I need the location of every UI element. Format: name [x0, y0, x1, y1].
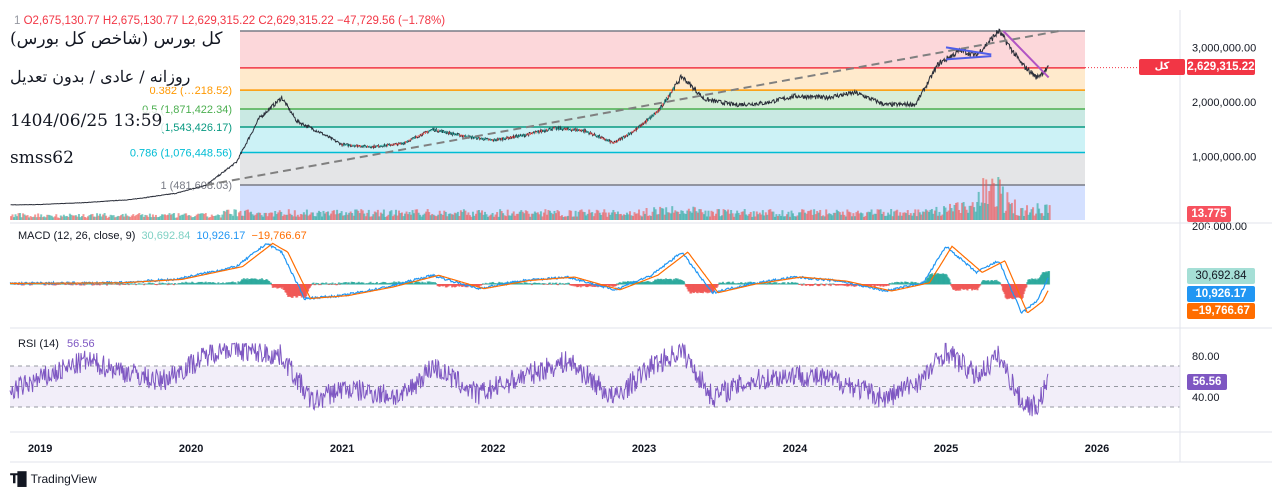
- time-axis-label: 2022: [481, 443, 505, 455]
- macd-histogram-tag: 30,692.84: [1187, 268, 1255, 284]
- macd-line-tag: 10,926.17: [1187, 286, 1255, 302]
- ohlc-high: H2,675,130.77: [102, 15, 179, 27]
- fib-zone: [240, 126, 1085, 153]
- macd-label: MACD (12, 26, close, 9): [18, 230, 136, 242]
- price-axis-label: 2,000,000.00: [1192, 97, 1256, 109]
- ohlc-close: C2,629,315.22: [258, 15, 334, 27]
- rsi-axis-label: 80.00: [1192, 351, 1220, 363]
- tradingview-brand: TradingView: [30, 472, 97, 486]
- fib-zone: [240, 67, 1085, 91]
- ohlc-legend: 1 O2,675,130.77 H2,675,130.77 L2,629,315…: [14, 15, 445, 27]
- symbol-subtitle: روزانه / عادی / بدون تعدیل: [6, 66, 195, 87]
- ohlc-change: −47,729.56 (−1.78%): [336, 15, 446, 27]
- chart-root[interactable]: 0.382 (…218.52) 0.5 (1,871,422.34) (1,543,…: [0, 0, 1282, 497]
- ohlc-prefix: 1: [14, 15, 21, 27]
- fib-level-label: (1,543,426.17): [160, 122, 232, 134]
- time-axis-label: 2026: [1085, 443, 1109, 455]
- datetime-stamp: 1404/06/25 13:59: [6, 110, 167, 132]
- symbol-title: کل بورس (شاخص کل بورس): [6, 28, 227, 50]
- macd-legend: MACD (12, 26, close, 9) 30,692.84 10,926…: [18, 230, 307, 242]
- fib-zone: [240, 152, 1085, 185]
- time-axis-label: 2023: [632, 443, 656, 455]
- price-axis-label: 3,000,000.00: [1192, 42, 1256, 54]
- price-axis-label: 1,000,000.00: [1192, 152, 1256, 164]
- rsi-axis-label: 40.00: [1192, 392, 1220, 404]
- price-value-tag: 2,629,315.22: [1187, 59, 1255, 75]
- tradingview-logo[interactable]: 𝐓█ TradingView: [10, 471, 97, 487]
- tradingview-mark-icon: 𝐓█: [10, 471, 27, 486]
- fib-level-label: 0.786 (1,076,448.56): [130, 147, 232, 159]
- time-axis-label: 2025: [934, 443, 958, 455]
- username-stamp: smss62: [6, 147, 78, 169]
- ohlc-low: L2,629,315.22: [181, 15, 256, 27]
- macd-value-histogram: 30,692.84: [141, 230, 191, 242]
- ohlc-open: O2,675,130.77: [23, 15, 100, 27]
- time-axis-label: 2019: [28, 443, 52, 455]
- time-axis-label: 2020: [179, 443, 203, 455]
- macd-value-signal: −19,766.67: [251, 230, 307, 242]
- rsi-label: RSI (14): [18, 338, 59, 350]
- price-name-tag: کل بورس: [1139, 59, 1185, 88]
- fibonacci-retracement: 0.382 (…218.52)0.5 (1,871,422.34)(1,543,…: [130, 30, 1180, 220]
- macd-signal-tag: −19,766.67: [1187, 303, 1255, 319]
- volume-bar: [1048, 205, 1051, 220]
- volume-value-tag: 13.775 B: [1187, 206, 1231, 236]
- macd-histogram-bar: [1025, 284, 1028, 288]
- macd-histogram-bar: [1048, 271, 1051, 285]
- rsi-legend: RSI (14) 56.56: [18, 338, 95, 350]
- rsi-value-tag: 56.56: [1187, 374, 1227, 390]
- volume-axis-label: 200,000.00: [1192, 221, 1247, 233]
- macd-value-line: 10,926.17: [196, 230, 246, 242]
- fib-zone: [240, 109, 1085, 127]
- rsi-value: 56.56: [67, 338, 95, 350]
- time-axis-label: 2021: [330, 443, 354, 455]
- time-axis-label: 2024: [783, 443, 808, 455]
